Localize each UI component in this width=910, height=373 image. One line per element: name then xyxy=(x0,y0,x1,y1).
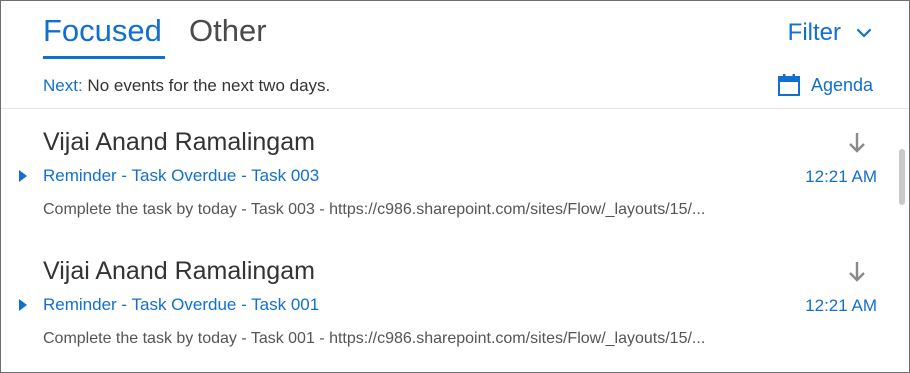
filter-label: Filter xyxy=(787,19,841,46)
message-item[interactable]: Vijai Anand Ramalingam Reminder - Task O… xyxy=(1,119,891,239)
message-sender: Vijai Anand Ramalingam xyxy=(43,128,315,156)
message-preview: Complete the task by today - Task 003 - … xyxy=(43,201,706,218)
message-time: 12:21 AM xyxy=(805,296,877,315)
message-preview: Complete the task by today - Task 001 - … xyxy=(43,330,706,347)
agenda-label: Agenda xyxy=(810,75,873,95)
tab-focused-underline xyxy=(43,56,165,59)
message-time: 12:21 AM xyxy=(805,167,877,186)
agenda-button[interactable]: Agenda xyxy=(777,72,873,98)
tab-focused[interactable]: Focused xyxy=(43,11,162,51)
next-events-text: No events for the next two days. xyxy=(82,76,331,95)
mail-list-panel: Focused Other Filter Next: No events for… xyxy=(0,0,910,373)
scrollbar-thumb[interactable] xyxy=(899,149,905,205)
caret-right-icon[interactable] xyxy=(19,299,27,311)
filter-button[interactable]: Filter xyxy=(788,17,873,49)
arrow-down-icon[interactable] xyxy=(847,260,867,284)
arrow-down-icon[interactable] xyxy=(847,131,867,155)
caret-right-icon[interactable] xyxy=(19,170,27,182)
message-sender: Vijai Anand Ramalingam xyxy=(43,257,315,285)
header-divider xyxy=(1,108,909,109)
message-item[interactable]: Vijai Anand Ramalingam Reminder - Task O… xyxy=(1,248,891,368)
chevron-down-icon xyxy=(856,28,872,38)
message-subject: Reminder - Task Overdue - Task 003 xyxy=(43,166,320,185)
message-subject: Reminder - Task Overdue - Task 001 xyxy=(43,295,320,314)
tab-other[interactable]: Other xyxy=(189,11,267,51)
calendar-icon xyxy=(777,74,800,96)
next-label: Next: xyxy=(43,76,83,95)
next-events-bar: Next: No events for the next two days. xyxy=(43,75,330,97)
